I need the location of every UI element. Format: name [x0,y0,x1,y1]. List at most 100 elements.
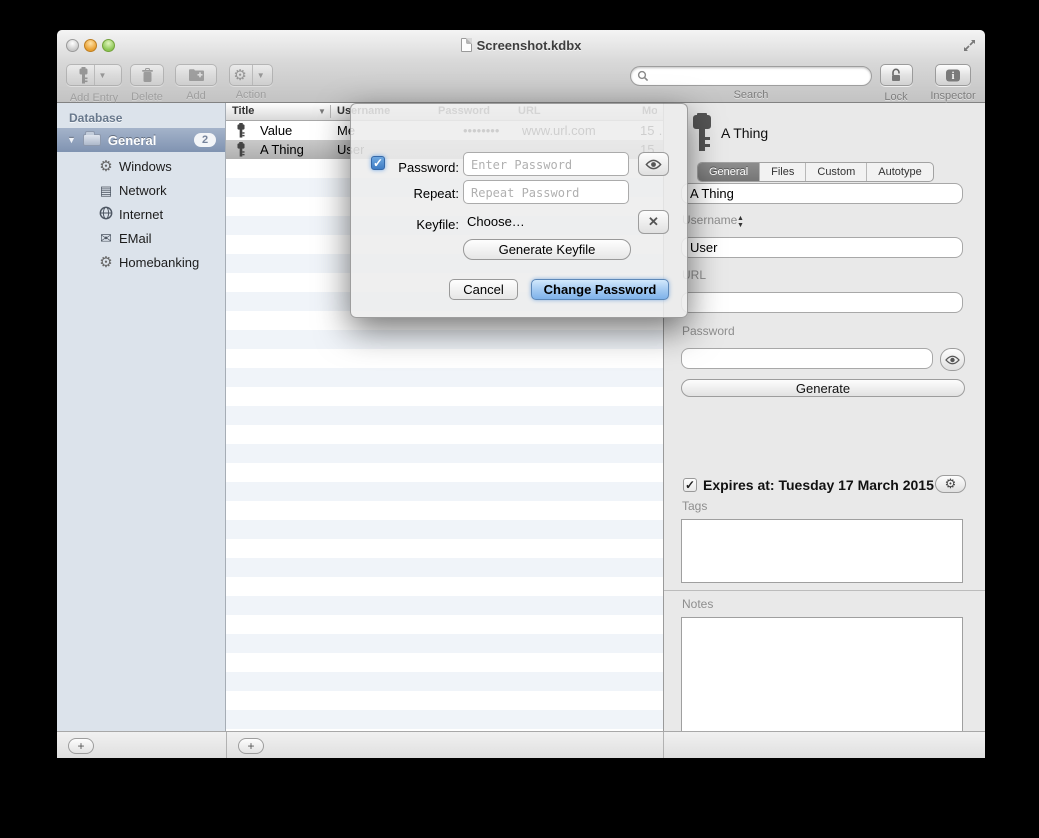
table-stripe [226,406,663,425]
sidebar-item-label: Homebanking [119,255,199,270]
enter-password-input[interactable] [463,152,629,176]
action-button[interactable]: ⚙▼ [229,64,273,86]
generate-password-button[interactable]: Generate [681,379,965,397]
cancel-label: Cancel [463,282,503,297]
gear-icon: ⚙ [99,254,112,271]
inspector-tabs: GeneralFilesCustomAutotype [697,162,934,182]
lock-button[interactable] [880,64,913,86]
divider [226,732,227,758]
search-label: Search [630,89,872,101]
username-field[interactable] [681,237,963,258]
tab-custom[interactable]: Custom [806,163,867,181]
key-icon [689,113,715,153]
tags-box[interactable] [681,519,963,583]
key-icon [78,67,89,84]
table-stripe [226,368,663,387]
gear-icon: ⚙ [99,158,112,175]
column-divider [330,105,331,118]
envelope-icon: ✉ [100,230,112,246]
table-stripe [226,634,663,653]
sidebar-item-label: Windows [119,159,172,174]
password-label: Password [682,324,735,338]
chevron-down-icon: ▼ [95,71,111,80]
trash-icon [141,68,154,83]
url-field[interactable] [681,292,963,313]
table-stripe [226,387,663,406]
sidebar-item-homebanking[interactable]: ⚙ Homebanking [57,250,225,274]
table-stripe [226,520,663,539]
gear-icon: ⚙ [945,476,957,492]
add-group-button[interactable] [175,64,217,86]
tab-files[interactable]: Files [760,163,806,181]
entry-count-badge: 2 [194,133,216,147]
toolbar-button-label: Action [229,89,273,101]
close-icon: ✕ [648,214,659,230]
disclosure-triangle-icon[interactable]: ▼ [67,135,76,145]
table-stripe [226,425,663,444]
toolbar-group-action: ⚙▼ Action [229,64,273,101]
lock-group: Lock [879,64,913,103]
generate-keyfile-button[interactable]: Generate Keyfile [463,239,631,260]
svg-text:i: i [952,71,955,82]
expires-row: ✓ Expires at: Tuesday 17 March 2015 [683,477,934,493]
window-title: Screenshot.kdbx [57,38,985,53]
tags-label: Tags [682,499,707,513]
lock-label: Lock [879,91,913,103]
title-field[interactable] [681,183,963,204]
cell-title: Value [260,121,292,140]
generate-keyfile-label: Generate Keyfile [499,242,596,257]
cancel-button[interactable]: Cancel [449,279,518,300]
table-stripe [226,596,663,615]
keyfile-popup-value: Choose… [467,214,525,229]
inspector-button[interactable]: i [935,64,971,86]
search-area: Search [630,66,872,101]
clear-keyfile-button[interactable]: ✕ [638,210,669,234]
sidebar-item-windows[interactable]: ⚙ Windows [57,154,225,178]
sidebar-item-network[interactable]: ▤Network [57,178,225,202]
key-icon [236,142,246,157]
table-stripe [226,539,663,558]
change-password-button[interactable]: Change Password [531,279,669,300]
inspector-entry-title: A Thing [721,125,768,141]
tab-autotype[interactable]: Autotype [867,163,932,181]
sidebar-item-email[interactable]: ✉EMail [57,226,225,250]
sidebar-section-header: Database [69,111,122,125]
expires-options-button[interactable]: ⚙ [935,475,966,493]
fullscreen-icon[interactable] [962,38,977,53]
change-password-label: Change Password [544,282,657,297]
dialog-reveal-password-button[interactable] [638,152,669,176]
dialog-password-label: Password: [371,160,459,175]
key-icon [236,123,246,138]
table-stripe [226,710,663,729]
password-field[interactable] [681,348,933,369]
sidebar-group-general[interactable]: ▼ General 2 [57,128,225,152]
add-entry-plus-button[interactable]: + [238,738,264,754]
sidebar-item-internet[interactable]: Internet [57,202,225,226]
divider [664,590,985,591]
table-stripe [226,349,663,368]
inspector-panel: A Thing GeneralFilesCustomAutotype Usern… [663,103,985,731]
reveal-password-button[interactable] [940,348,965,371]
folder-icon [83,134,101,146]
table-stripe [226,482,663,501]
add-entry-button[interactable]: ▼ [66,64,122,86]
expires-checkbox[interactable]: ✓ [683,478,697,492]
toolbar-group-add-entry: ▼ Add Entry [66,64,122,104]
delete-button[interactable] [130,64,164,86]
dialog-repeat-label: Repeat: [371,186,459,201]
tab-general[interactable]: General [698,163,760,181]
repeat-password-input[interactable] [463,180,629,204]
keyfile-popup[interactable]: Choose… ▲▼ [467,210,635,234]
stepper-arrows-icon: ▲▼ [737,215,744,229]
search-field[interactable] [630,66,872,86]
toolbar-group-delete: Delete [130,64,164,103]
cell-title: A Thing [260,140,304,159]
search-input[interactable] [649,69,849,83]
toolbar-button-label: Add Entry [66,92,122,104]
inspector-group: i Inspector [925,64,981,102]
expires-label: Expires at: Tuesday 17 March 2015 [703,477,934,493]
column-header-title[interactable]: Title [232,103,331,120]
add-group-plus-button[interactable]: + [68,738,94,754]
sort-indicator-icon: ▼ [318,103,326,120]
table-stripe [226,615,663,634]
